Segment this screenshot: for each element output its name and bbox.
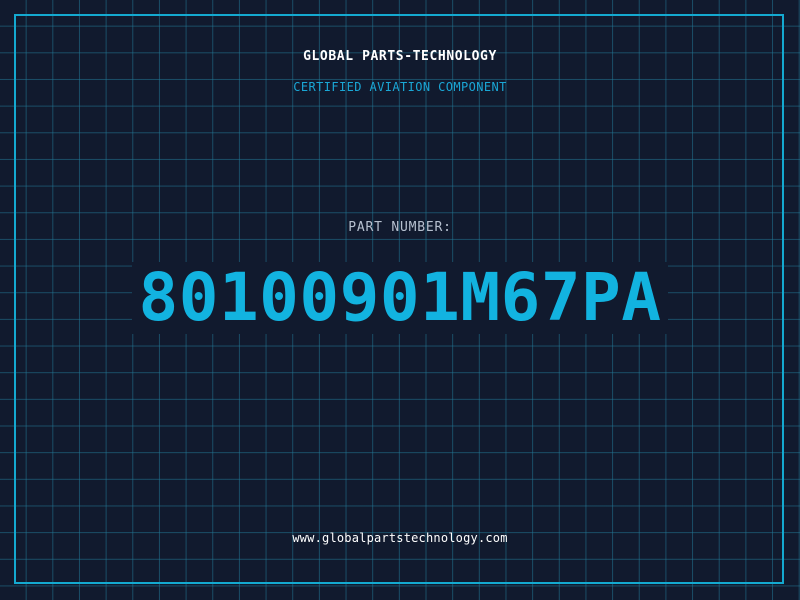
part-number-container: 80100901M67PA bbox=[0, 262, 800, 334]
website-text: www.globalpartstechnology.com bbox=[292, 531, 508, 545]
company-name: GLOBAL PARTS-TECHNOLOGY bbox=[303, 49, 497, 64]
certificate-canvas: GLOBAL PARTS-TECHNOLOGY CERTIFIED AVIATI… bbox=[0, 0, 800, 600]
part-number-label: PART NUMBER: bbox=[348, 220, 452, 235]
part-number-value: 80100901M67PA bbox=[132, 262, 668, 334]
certification-subtitle: CERTIFIED AVIATION COMPONENT bbox=[293, 80, 507, 94]
